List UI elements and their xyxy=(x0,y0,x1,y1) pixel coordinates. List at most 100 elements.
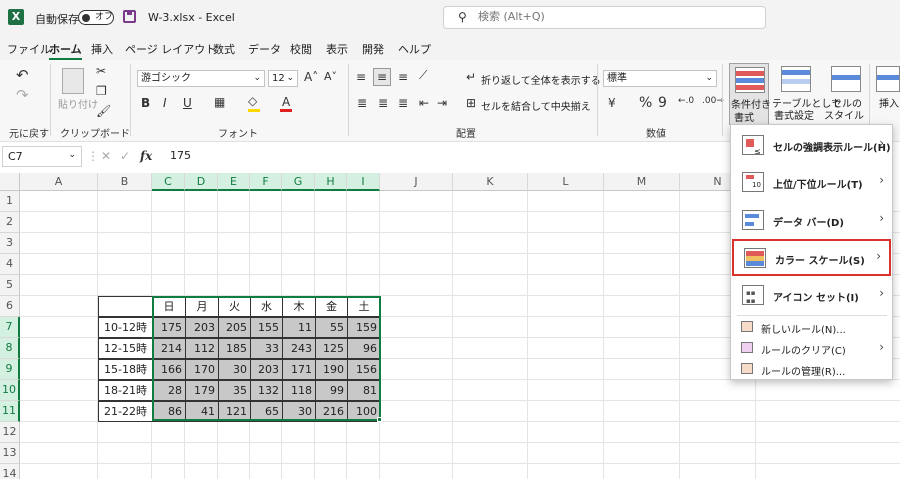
redo-icon[interactable]: ↷ xyxy=(16,86,29,104)
align-bottom-icon[interactable]: ≡ xyxy=(398,70,408,84)
cancel-icon[interactable]: ✕ xyxy=(101,149,111,163)
column-header-i[interactable]: I xyxy=(347,173,380,191)
data-cell[interactable]: 81 xyxy=(347,380,381,401)
data-cell[interactable]: 155 xyxy=(250,317,283,338)
name-box[interactable]: C7 ⌄ xyxy=(2,146,82,167)
row-header-5[interactable]: 5 xyxy=(0,275,20,296)
format-as-table-icon[interactable] xyxy=(781,66,811,92)
data-cell[interactable]: 216 xyxy=(315,401,348,422)
row-header-9[interactable]: 9 xyxy=(0,359,20,380)
indent-increase-icon[interactable]: ⇥ xyxy=(437,96,447,110)
menu-item-new-rule[interactable]: 新しいルール(N)... xyxy=(731,317,892,337)
percent-button[interactable]: % xyxy=(639,95,652,111)
row-header-14[interactable]: 14 xyxy=(0,464,20,479)
data-cell[interactable]: 214 xyxy=(152,338,186,359)
conditional-formatting-button[interactable]: 条件付き 書式 xyxy=(729,63,771,125)
row-header-11[interactable]: 11 xyxy=(0,401,20,422)
tab-page-layout[interactable]: ページ レイアウト xyxy=(125,41,216,57)
data-cell[interactable]: 179 xyxy=(185,380,219,401)
data-cell[interactable]: 112 xyxy=(185,338,219,359)
menu-item-clear-rules[interactable]: ルールのクリア(C) › xyxy=(731,338,892,358)
menu-item-data-bars[interactable]: データ バー(D) › xyxy=(731,202,892,239)
time-slot-cell[interactable]: 12-15時 xyxy=(98,338,153,359)
formula-input[interactable]: 175 xyxy=(170,149,191,162)
row-header-8[interactable]: 8 xyxy=(0,338,20,359)
tab-data[interactable]: データ xyxy=(248,41,281,57)
day-header-cell[interactable]: 火 xyxy=(218,296,251,317)
undo-icon[interactable]: ↶ xyxy=(16,66,29,84)
increase-font-icon[interactable]: A˄ xyxy=(304,70,318,84)
data-cell[interactable]: 121 xyxy=(218,401,251,422)
day-header-cell[interactable]: 日 xyxy=(152,296,186,317)
copy-icon[interactable]: ❐ xyxy=(96,84,107,98)
column-header-j[interactable]: J xyxy=(380,173,453,191)
orientation-icon[interactable]: ⟋ xyxy=(419,68,427,83)
menu-item-icon-sets[interactable]: ▪▪ ▪▪ アイコン セット(I) › xyxy=(731,277,892,314)
insert-cells-label[interactable]: 挿入 xyxy=(879,95,899,110)
day-header-cell[interactable]: 水 xyxy=(250,296,283,317)
search-input[interactable] xyxy=(478,10,678,23)
format-as-table-label-2[interactable]: 書式設定 xyxy=(774,107,814,122)
data-cell[interactable]: 96 xyxy=(347,338,381,359)
tab-formulas[interactable]: 数式 xyxy=(213,41,235,57)
data-cell[interactable]: 203 xyxy=(250,359,283,380)
time-slot-cell[interactable]: 18-21時 xyxy=(98,380,153,401)
font-color-button[interactable]: A xyxy=(282,95,290,109)
time-slot-cell[interactable]: 21-22時 xyxy=(98,401,153,422)
increase-decimal-icon[interactable]: ←.0 xyxy=(678,96,694,106)
data-cell[interactable]: 41 xyxy=(185,401,219,422)
row-header-10[interactable]: 10 xyxy=(0,380,20,401)
data-cell[interactable]: 170 xyxy=(185,359,219,380)
data-cell[interactable]: 99 xyxy=(315,380,348,401)
fill-color-icon[interactable]: ◇ xyxy=(248,94,257,108)
row-header-4[interactable]: 4 xyxy=(0,254,20,275)
paste-icon[interactable] xyxy=(62,68,84,94)
search-box[interactable]: ⚲ xyxy=(443,6,766,29)
day-header-cell[interactable]: 月 xyxy=(185,296,219,317)
bold-button[interactable]: B xyxy=(141,96,150,110)
data-cell[interactable]: 156 xyxy=(347,359,381,380)
tab-view[interactable]: 表示 xyxy=(326,41,348,57)
insert-cells-icon[interactable] xyxy=(876,66,900,92)
decrease-decimal-icon[interactable]: .00→ xyxy=(702,96,724,106)
row-header-1[interactable]: 1 xyxy=(0,191,20,212)
row-header-13[interactable]: 13 xyxy=(0,443,20,464)
tab-file[interactable]: ファイル xyxy=(7,41,51,57)
fill-handle[interactable] xyxy=(377,417,382,422)
day-header-cell[interactable]: 土 xyxy=(347,296,381,317)
row-header-6[interactable]: 6 xyxy=(0,296,20,317)
data-cell[interactable]: 100 xyxy=(347,401,381,422)
time-slot-cell[interactable]: 10-12時 xyxy=(98,317,153,338)
row-header-3[interactable]: 3 xyxy=(0,233,20,254)
row-header-12[interactable]: 12 xyxy=(0,422,20,443)
italic-button[interactable]: I xyxy=(163,96,167,110)
data-cell[interactable]: 171 xyxy=(282,359,316,380)
column-header-f[interactable]: F xyxy=(250,173,282,191)
cut-icon[interactable]: ✂ xyxy=(96,64,106,78)
data-cell[interactable]: 28 xyxy=(152,380,186,401)
data-cell[interactable]: 185 xyxy=(218,338,251,359)
data-cell[interactable]: 159 xyxy=(347,317,381,338)
indent-decrease-icon[interactable]: ⇤ xyxy=(419,96,429,110)
column-header-h[interactable]: H xyxy=(315,173,347,191)
autosave-toggle[interactable]: オフ xyxy=(78,10,114,25)
data-cell[interactable]: 125 xyxy=(315,338,348,359)
data-cell[interactable]: 205 xyxy=(218,317,251,338)
font-size-select[interactable]: 12 ⌄ xyxy=(268,70,298,87)
column-header-e[interactable]: E xyxy=(218,173,250,191)
tab-developer[interactable]: 開発 xyxy=(362,41,384,57)
column-header-m[interactable]: M xyxy=(604,173,680,191)
data-cell[interactable]: 55 xyxy=(315,317,348,338)
day-header-cell[interactable]: 金 xyxy=(315,296,348,317)
number-format-select[interactable]: 標準 ⌄ xyxy=(603,70,717,87)
font-name-select[interactable]: 游ゴシック ⌄ xyxy=(137,70,265,87)
data-cell[interactable]: 11 xyxy=(282,317,316,338)
decrease-font-icon[interactable]: A˅ xyxy=(324,70,337,83)
menu-item-highlight-rules[interactable]: ≤ セルの強調表示ルール(H) › xyxy=(731,127,892,164)
table-corner-cell[interactable] xyxy=(98,296,153,317)
cell-styles-icon[interactable] xyxy=(831,66,861,92)
tab-help[interactable]: ヘルプ xyxy=(398,41,431,57)
menu-item-top-bottom-rules[interactable]: 10 上位/下位ルール(T) › xyxy=(731,164,892,201)
data-cell[interactable]: 203 xyxy=(185,317,219,338)
data-cell[interactable]: 175 xyxy=(152,317,186,338)
